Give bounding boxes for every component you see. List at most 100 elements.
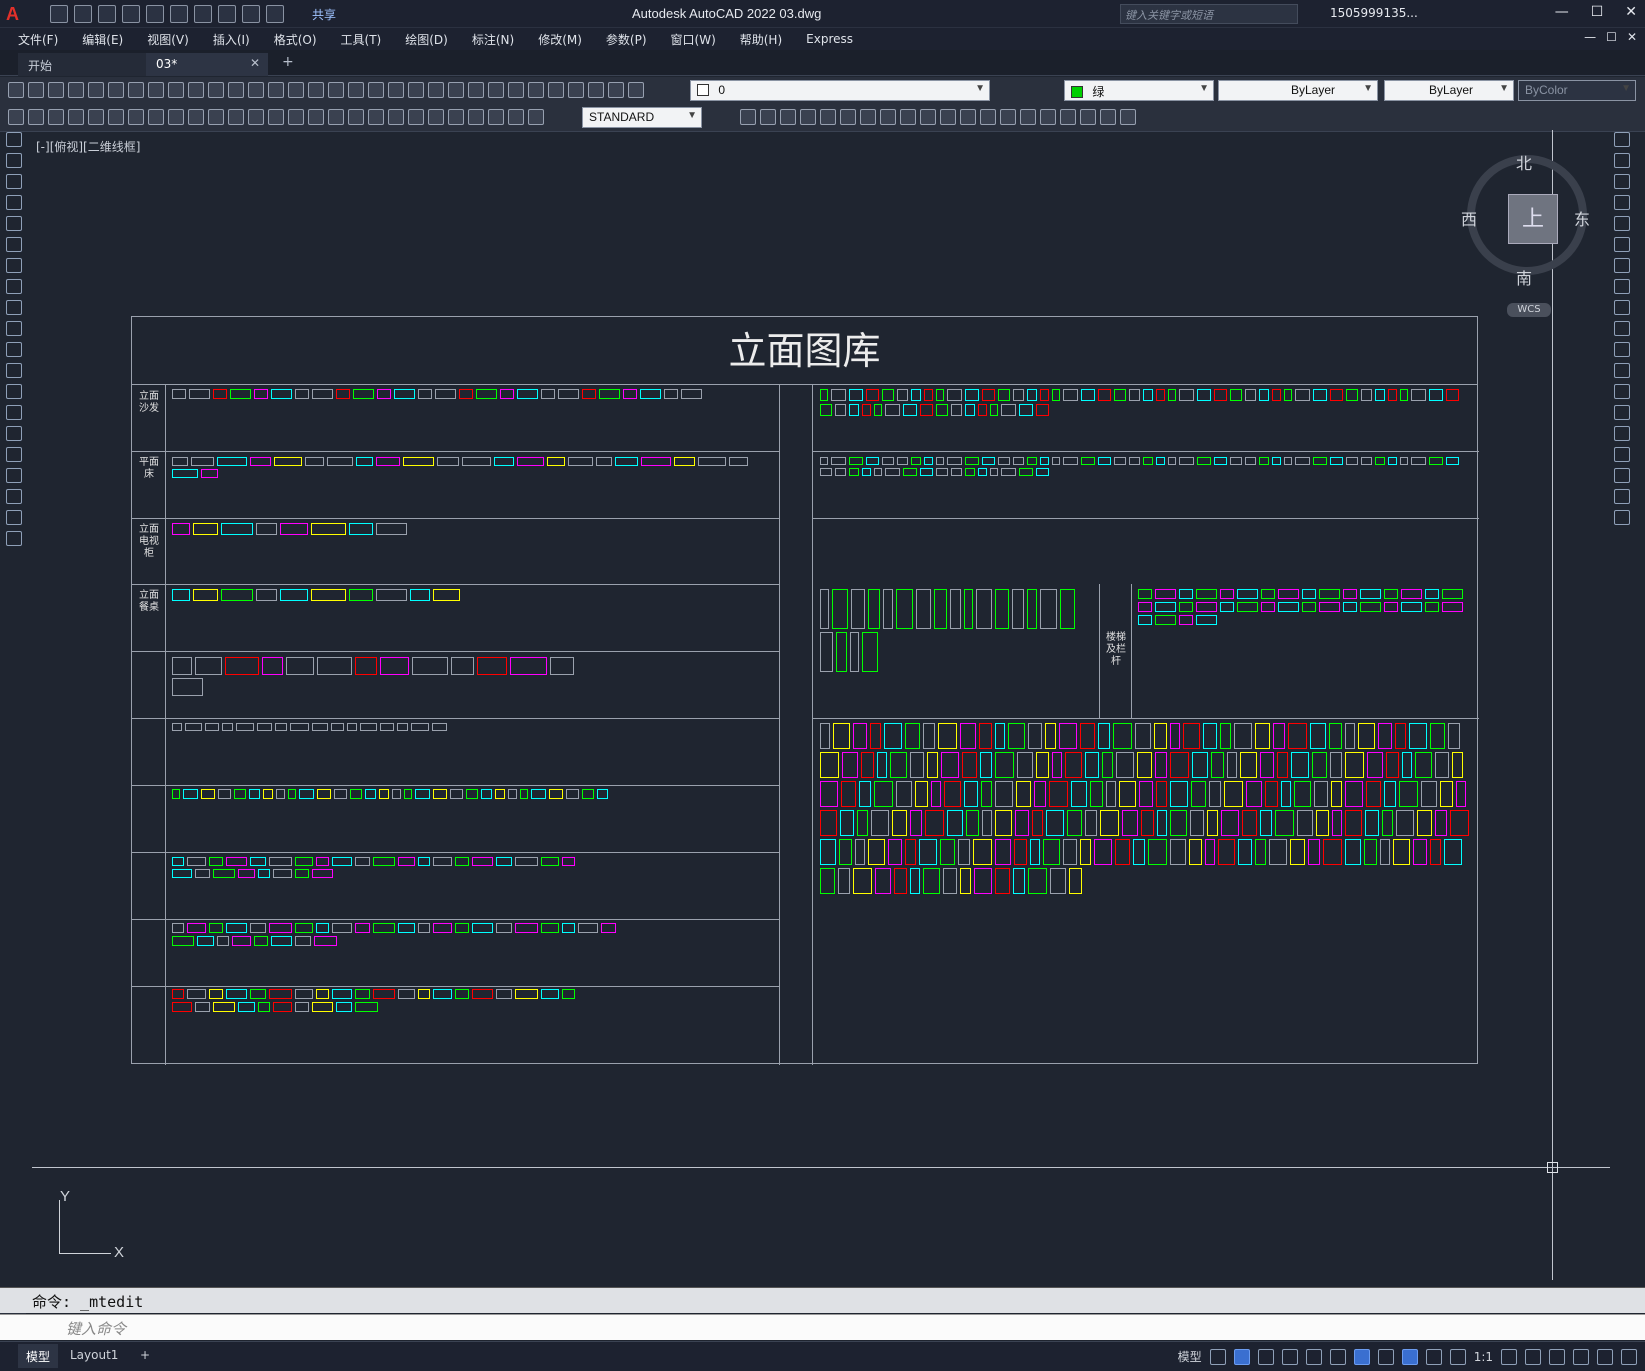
dimension-tool-icon[interactable]: [288, 109, 304, 125]
snap-icon[interactable]: [1233, 1348, 1250, 1365]
lineweight-icon[interactable]: [1377, 1348, 1394, 1365]
standard-tool-icon[interactable]: [268, 82, 284, 98]
dimension-tool-icon[interactable]: [168, 109, 184, 125]
open-icon[interactable]: [74, 5, 92, 23]
standard-tool-icon[interactable]: [408, 82, 424, 98]
plot-icon[interactable]: [194, 5, 212, 23]
standard-tool-icon[interactable]: [528, 82, 544, 98]
modify-side-tool-icon[interactable]: [1614, 426, 1630, 441]
menu-item[interactable]: 绘图(D): [405, 31, 448, 48]
standard-tool-icon[interactable]: [548, 82, 564, 98]
annotation-monitor-icon[interactable]: [1525, 1348, 1541, 1365]
dimension-tool-icon[interactable]: [28, 109, 44, 125]
modify-tool-icon[interactable]: [900, 109, 916, 125]
dimension-tool-icon[interactable]: [428, 109, 444, 125]
menu-item[interactable]: 文件(F): [18, 31, 58, 48]
menu-item[interactable]: 参数(P): [606, 31, 647, 48]
tab-start[interactable]: 开始: [18, 53, 146, 76]
modify-tool-icon[interactable]: [1060, 109, 1076, 125]
dimension-tool-icon[interactable]: [368, 109, 384, 125]
standard-tool-icon[interactable]: [628, 82, 644, 98]
draw-tool-icon[interactable]: [6, 510, 22, 525]
modify-side-tool-icon[interactable]: [1614, 405, 1630, 420]
units-icon[interactable]: [1549, 1348, 1565, 1365]
model-space-button[interactable]: 模型: [1178, 1348, 1202, 1365]
compass-north[interactable]: 北: [1516, 150, 1532, 174]
share-button[interactable]: 共享: [312, 6, 336, 23]
dimension-tool-icon[interactable]: [308, 109, 324, 125]
draw-tool-icon[interactable]: [6, 174, 22, 189]
standard-tool-icon[interactable]: [448, 82, 464, 98]
text-style-dropdown[interactable]: STANDARD ▼: [582, 107, 702, 128]
dimension-tool-icon[interactable]: [128, 109, 144, 125]
workspace-gear-icon[interactable]: [1501, 1348, 1517, 1365]
modify-tool-icon[interactable]: [840, 109, 856, 125]
draw-tool-icon[interactable]: [6, 321, 22, 336]
dimension-tool-icon[interactable]: [248, 109, 264, 125]
modify-tool-icon[interactable]: [820, 109, 836, 125]
standard-tool-icon[interactable]: [228, 82, 244, 98]
modify-tool-icon[interactable]: [1000, 109, 1016, 125]
new-tab-button[interactable]: +: [282, 54, 294, 70]
compass-east[interactable]: 东: [1574, 206, 1590, 230]
dimension-tool-icon[interactable]: [148, 109, 164, 125]
autocad-logo-icon[interactable]: A: [6, 3, 28, 25]
modify-side-tool-icon[interactable]: [1614, 321, 1630, 336]
modify-tool-icon[interactable]: [760, 109, 776, 125]
modify-side-tool-icon[interactable]: [1614, 132, 1630, 147]
modify-tool-icon[interactable]: [1020, 109, 1036, 125]
standard-tool-icon[interactable]: [188, 82, 204, 98]
maximize-button[interactable]: ☐: [1591, 4, 1604, 20]
menu-item[interactable]: 工具(T): [341, 31, 382, 48]
menu-item[interactable]: Express: [806, 32, 853, 46]
dimension-tool-icon[interactable]: [108, 109, 124, 125]
modify-side-tool-icon[interactable]: [1614, 384, 1630, 399]
dimension-tool-icon[interactable]: [448, 109, 464, 125]
draw-tool-icon[interactable]: [6, 531, 22, 546]
dimension-tool-icon[interactable]: [388, 109, 404, 125]
standard-tool-icon[interactable]: [68, 82, 84, 98]
modify-side-tool-icon[interactable]: [1614, 300, 1630, 315]
dimension-tool-icon[interactable]: [508, 109, 524, 125]
draw-tool-icon[interactable]: [6, 468, 22, 483]
standard-tool-icon[interactable]: [588, 82, 604, 98]
auto-scale-icon[interactable]: [1425, 1348, 1442, 1365]
draw-tool-icon[interactable]: [6, 300, 22, 315]
draw-tool-icon[interactable]: [6, 132, 22, 147]
dimension-tool-icon[interactable]: [528, 109, 544, 125]
standard-tool-icon[interactable]: [288, 82, 304, 98]
modify-tool-icon[interactable]: [740, 109, 756, 125]
modify-side-tool-icon[interactable]: [1614, 216, 1630, 231]
dimension-tool-icon[interactable]: [468, 109, 484, 125]
modify-tool-icon[interactable]: [1040, 109, 1056, 125]
save-icon[interactable]: [98, 5, 116, 23]
clean-screen-icon[interactable]: [1597, 1348, 1613, 1365]
modify-tool-icon[interactable]: [1100, 109, 1116, 125]
standard-tool-icon[interactable]: [488, 82, 504, 98]
draw-tool-icon[interactable]: [6, 258, 22, 273]
linetype-dropdown[interactable]: ByLayer ▼: [1218, 80, 1378, 101]
draw-tool-icon[interactable]: [6, 237, 22, 252]
standard-tool-icon[interactable]: [468, 82, 484, 98]
modify-tool-icon[interactable]: [780, 109, 796, 125]
standard-tool-icon[interactable]: [348, 82, 364, 98]
modify-tool-icon[interactable]: [1080, 109, 1096, 125]
draw-tool-icon[interactable]: [6, 363, 22, 378]
wcs-menu[interactable]: WCS: [1507, 303, 1551, 317]
grid-icon[interactable]: [1209, 1348, 1226, 1365]
export-icon[interactable]: [170, 5, 188, 23]
lineweight-dropdown[interactable]: ByLayer ▼: [1384, 80, 1514, 101]
add-layout-button[interactable]: +: [132, 1344, 158, 1368]
polar-icon[interactable]: [1281, 1348, 1298, 1365]
menu-item[interactable]: 编辑(E): [82, 31, 123, 48]
dimension-tool-icon[interactable]: [268, 109, 284, 125]
modify-side-tool-icon[interactable]: [1614, 237, 1630, 252]
menu-item[interactable]: 帮助(H): [740, 31, 782, 48]
standard-tool-icon[interactable]: [428, 82, 444, 98]
modify-tool-icon[interactable]: [1120, 109, 1136, 125]
dimension-tool-icon[interactable]: [8, 109, 24, 125]
doc-close-button[interactable]: ✕: [1627, 30, 1637, 44]
standard-tool-icon[interactable]: [8, 82, 24, 98]
search-input[interactable]: 键入关键字或短语: [1120, 4, 1298, 24]
standard-tool-icon[interactable]: [88, 82, 104, 98]
